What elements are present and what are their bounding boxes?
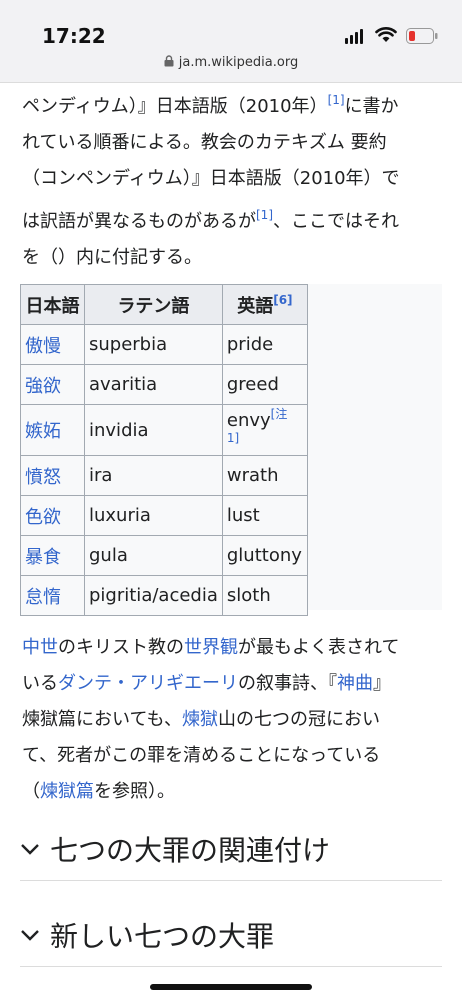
text: 』	[373, 673, 391, 694]
sin-latin: luxuria	[84, 495, 223, 536]
url-text: ja.m.wikipedia.org	[178, 55, 299, 70]
status-bar: 17:22 ja.m.wikipedia.org	[0, 0, 462, 83]
link-dante[interactable]: ダンテ・アリギエーリ	[58, 673, 238, 694]
address-bar[interactable]: ja.m.wikipedia.org	[0, 55, 462, 70]
text: 煉獄篇においても、	[22, 709, 183, 730]
lock-icon	[164, 55, 174, 67]
link-purgatory[interactable]: 煉獄	[182, 709, 218, 730]
article-intro: ペンディウム）』日本語版（2010年）[1]に書か れている順番による。教会のカ…	[22, 82, 442, 276]
text: は訳語が異なるものがあるが	[22, 211, 256, 232]
table-row: 暴食 gula gluttony	[20, 535, 308, 576]
sin-english: greed	[221, 364, 308, 405]
text: が最もよく表されて	[238, 637, 400, 658]
home-indicator[interactable]	[150, 984, 312, 990]
sin-latin: ira	[84, 455, 223, 496]
text: れている順番による。教会のカテキズム 要約	[22, 132, 387, 153]
sin-english-label: greed	[226, 374, 279, 395]
sin-latin: avaritia	[84, 364, 223, 405]
sin-japanese-link[interactable]: 嫉妬	[20, 404, 85, 456]
table-row: 憤怒 ira wrath	[20, 455, 308, 496]
table-row: 強欲 avaritia greed	[20, 364, 308, 405]
section-header-associations[interactable]: 七つの大罪の関連付け	[20, 818, 442, 881]
sin-japanese-link[interactable]: 怠惰	[20, 575, 85, 616]
text: 、ここではそれ	[273, 211, 399, 232]
link-middle-ages[interactable]: 中世	[22, 637, 58, 658]
sin-latin: invidia	[84, 404, 223, 456]
table-row: 傲慢 superbia pride	[20, 324, 308, 365]
sin-latin: superbia	[84, 324, 223, 365]
text: （	[22, 781, 40, 802]
header-english: 英語[6]	[221, 284, 308, 325]
clock: 17:22	[42, 24, 106, 48]
text: を参照）。	[94, 781, 175, 802]
sin-english-label: lust	[226, 505, 260, 526]
citation-link[interactable]: [6]	[273, 293, 292, 307]
section-header-new-sins[interactable]: 新しい七つの大罪	[20, 904, 442, 967]
sin-english: pride	[221, 324, 308, 365]
sin-english-label: wrath	[226, 465, 279, 486]
sin-japanese-link[interactable]: 憤怒	[20, 455, 85, 496]
sin-english-label: envy	[226, 410, 271, 431]
text: を（）内に付記する。	[22, 247, 202, 268]
citation-link[interactable]: [1]	[328, 93, 345, 107]
sin-japanese-link[interactable]: 傲慢	[20, 324, 85, 365]
text: いる	[22, 673, 58, 694]
table-row: 怠惰 pigritia/acedia sloth	[20, 575, 308, 616]
table-header-row: 日本語 ラテン語 英語[6]	[20, 284, 308, 325]
sin-japanese-link[interactable]: 強欲	[20, 364, 85, 405]
header-latin: ラテン語	[84, 284, 223, 325]
sin-english: lust	[221, 495, 308, 536]
text: に書か	[344, 96, 399, 117]
link-purgatorio[interactable]: 煉獄篇	[40, 781, 94, 802]
sin-latin: gula	[84, 535, 223, 576]
battery-low-icon	[406, 28, 438, 44]
text: ペンディウム）』日本語版（2010年）	[22, 96, 328, 117]
text: のキリスト教の	[58, 637, 184, 658]
table-row: 嫉妬 invidia envy[注 1]	[20, 404, 308, 456]
intro-paragraph: ペンディウム）』日本語版（2010年）[1]に書か れている順番による。教会のカ…	[22, 82, 442, 276]
wifi-icon	[375, 27, 397, 42]
citation-link[interactable]: [1]	[256, 208, 273, 222]
text: て、死者がこの罪を清めることになっている	[22, 745, 381, 766]
link-worldview[interactable]: 世界観	[184, 637, 238, 658]
link-divine-comedy[interactable]: 神曲	[337, 673, 373, 694]
sin-english: wrath	[221, 455, 308, 496]
sin-latin: pigritia/acedia	[84, 575, 223, 616]
text: （コンペンディウム）』日本語版（2010年）で	[22, 168, 400, 189]
section-title: 新しい七つの大罪	[50, 920, 275, 953]
sin-english: sloth	[221, 575, 308, 616]
chevron-down-icon	[21, 844, 39, 855]
table-row: 色欲 luxuria lust	[20, 495, 308, 536]
sin-english-label: gluttony	[226, 545, 302, 566]
cellular-signal-icon	[345, 29, 363, 44]
text: 山の七つの冠におい	[218, 709, 381, 730]
chevron-down-icon	[21, 930, 39, 941]
header-japanese: 日本語	[20, 284, 85, 325]
header-english-label: 英語	[237, 295, 274, 317]
sin-english-label: pride	[226, 334, 274, 355]
sin-english: envy[注 1]	[221, 404, 308, 456]
sin-japanese-link[interactable]: 暴食	[20, 535, 85, 576]
sin-english: gluttony	[221, 535, 308, 576]
text: の叙事詩、『	[238, 673, 337, 694]
dante-paragraph: 中世のキリスト教の世界観が最もよく表されて いるダンテ・アリギエーリの叙事詩、『…	[22, 630, 442, 810]
sin-english-label: sloth	[226, 585, 271, 606]
sins-table: 日本語 ラテン語 英語[6] 傲慢 superbia pride 強欲 avar…	[20, 284, 308, 616]
sin-japanese-link[interactable]: 色欲	[20, 495, 85, 536]
sins-table-container[interactable]: 日本語 ラテン語 英語[6] 傲慢 superbia pride 強欲 avar…	[20, 284, 442, 616]
section-title: 七つの大罪の関連付け	[50, 834, 331, 867]
